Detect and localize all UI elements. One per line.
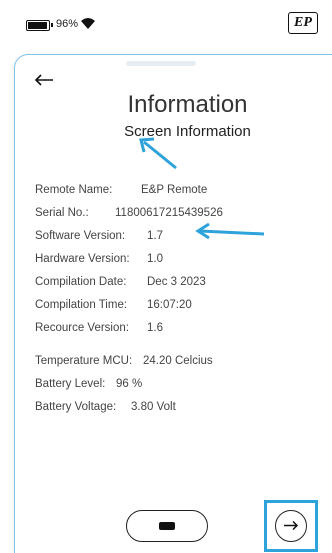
status-bar: 96% EP (0, 0, 332, 52)
arrow-right-icon (284, 520, 299, 531)
info-row-battery-level: Battery Level: 96 % (35, 378, 143, 390)
next-button[interactable] (275, 510, 307, 542)
info-row-temperature-mcu: Temperature MCU: 24.20 Celcius (35, 355, 213, 367)
battery-percentage: 96% (56, 18, 79, 30)
info-row-hardware-version: Hardware Version: 1.0 (35, 253, 163, 265)
info-row-remote-name: Remote Name: E&P Remote (35, 184, 208, 196)
info-row-battery-voltage: Battery Voltage: 3.80 Volt (35, 401, 176, 413)
info-row-resource-version: Recource Version: 1.6 (35, 322, 163, 334)
home-button[interactable] (126, 510, 208, 542)
info-row-software-version: Software Version: 1.7 (35, 230, 163, 242)
ep-logo: EP (288, 12, 318, 34)
info-screen-panel: Information Screen Information Remote Na… (14, 54, 332, 553)
page-title: Information (127, 91, 248, 118)
info-row-compilation-time: Compilation Time: 16:07:20 (35, 299, 192, 311)
info-row-compilation-date: Compilation Date: Dec 3 2023 (35, 276, 206, 288)
device-page: 96% EP Information Screen Information Re… (0, 0, 332, 553)
wifi-icon (81, 18, 95, 29)
info-row-serial: Serial No.: 11800617215439526 (35, 207, 223, 219)
battery-icon (26, 20, 53, 31)
page-subtitle: Screen Information (124, 123, 251, 140)
drag-handle[interactable] (126, 61, 196, 66)
arrow-left-icon[interactable] (33, 71, 57, 89)
home-pill-icon (159, 522, 175, 530)
